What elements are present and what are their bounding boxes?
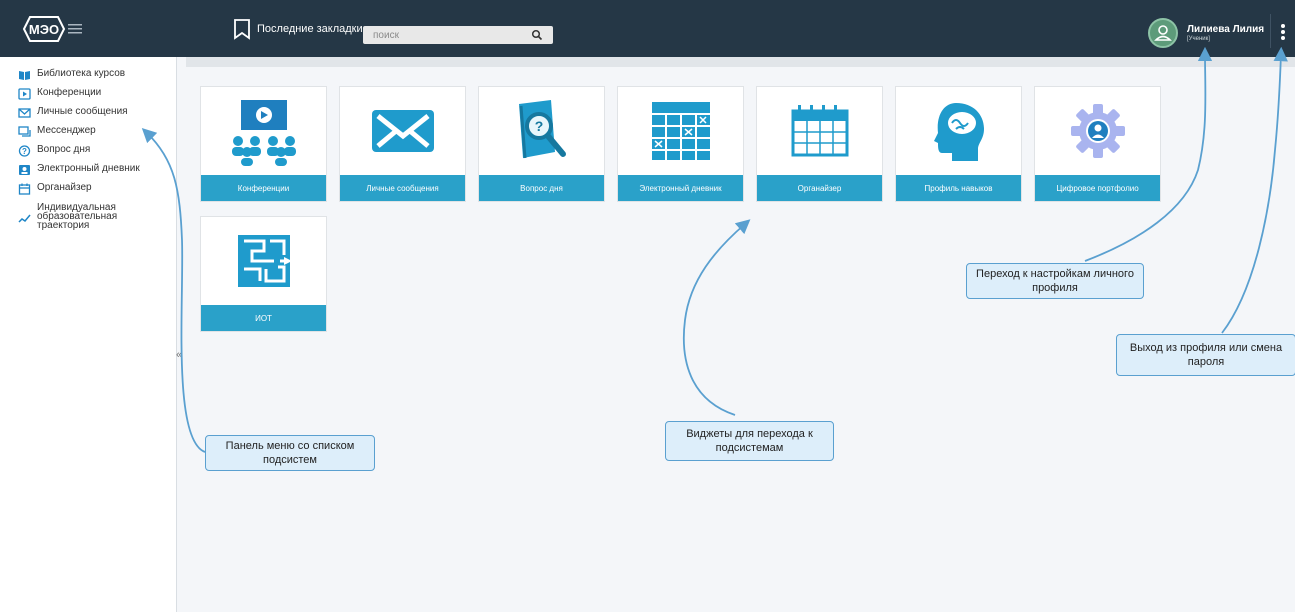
bookmark-icon: [234, 19, 250, 40]
widget-conferences[interactable]: Конференции: [200, 86, 327, 202]
sidebar-item-label: Органайзер: [37, 182, 92, 193]
sidebar-item-conferences[interactable]: Конференции: [18, 88, 101, 100]
trend-icon: [18, 214, 31, 223]
sidebar-collapse-button[interactable]: «: [176, 349, 182, 361]
sidebar-item-label: Библиотека курсов: [37, 68, 126, 79]
question-icon: ?: [18, 145, 31, 157]
widget-label: Цифровое портфолио: [1035, 175, 1160, 201]
conference-icon: [231, 100, 296, 166]
sidebar-item-organizer[interactable]: Органайзер: [18, 183, 92, 195]
diary-icon: [19, 165, 30, 175]
widget-label: Профиль навыков: [896, 175, 1021, 201]
widget-label: ИОТ: [201, 305, 326, 331]
widget-iot[interactable]: ИОТ: [200, 216, 327, 332]
callout-menu-panel: Панель меню со списком подсистем: [205, 435, 375, 471]
user-icon: [1154, 25, 1172, 41]
widget-label: Вопрос дня: [479, 175, 604, 201]
kebab-menu-icon[interactable]: [1279, 22, 1287, 44]
header-divider: [1270, 14, 1271, 48]
portfolio-gear-icon: [1070, 104, 1125, 158]
sidebar-item-messenger[interactable]: Мессенджер: [18, 126, 96, 138]
sidebar-item-label: Электронный дневник: [37, 163, 140, 174]
sidebar-item-label: Индивидуальная образовательная траектори…: [37, 202, 118, 231]
widget-label: Органайзер: [757, 175, 882, 201]
widget-label: Электронный дневник: [618, 175, 743, 201]
brain-head-icon: [933, 103, 984, 161]
play-icon: [18, 88, 31, 100]
sidebar-item-label: Конференции: [37, 87, 102, 98]
chat-icon: [18, 126, 31, 137]
calendar-icon: [18, 183, 31, 195]
sidebar-item-trajectory[interactable]: Индивидуальная образовательная траектори…: [18, 202, 132, 231]
svg-text:?: ?: [22, 147, 27, 156]
callout-logout: Выход из профиля или смена пароля: [1116, 334, 1295, 376]
diary-grid-icon: [651, 102, 710, 160]
widget-question-of-day[interactable]: ? Вопрос дня: [478, 86, 605, 202]
sidebar-item-label: Личные сообщения: [37, 106, 128, 117]
user-role: [Ученик]: [1187, 36, 1210, 42]
book-icon: [19, 71, 30, 80]
widget-skills-profile[interactable]: Профиль навыков: [895, 86, 1022, 202]
organizer-calendar-icon: [791, 105, 848, 157]
search-box: [363, 26, 553, 44]
mail-icon: [18, 108, 31, 118]
bookmarks-label: Последние закладки: [257, 23, 363, 35]
widget-digital-portfolio[interactable]: Цифровое портфолио: [1034, 86, 1161, 202]
widget-organizer[interactable]: Органайзер: [756, 86, 883, 202]
maze-icon: [237, 235, 292, 287]
sidebar-item-label: Вопрос дня: [37, 144, 91, 155]
widget-label: Личные сообщения: [340, 175, 465, 201]
content-top-strip: [186, 57, 1295, 67]
widget-messages[interactable]: Личные сообщения: [339, 86, 466, 202]
top-bar: МЭО Последние закладки Лилиева Лилия [Уч…: [0, 0, 1295, 57]
widget-label: Конференции: [201, 175, 326, 201]
svg-text:?: ?: [534, 118, 543, 134]
bookmarks-button[interactable]: Последние закладки: [231, 18, 363, 40]
callout-widgets: Виджеты для перехода к подсистемам: [665, 421, 834, 461]
sidebar: Библиотека курсов Конференции Личные соо…: [0, 57, 177, 612]
question-magnifier-icon: ?: [518, 100, 566, 159]
callout-profile-settings: Переход к настройкам личного профиля: [966, 263, 1144, 299]
sidebar-item-question-of-day[interactable]: ? Вопрос дня: [18, 145, 90, 157]
envelope-icon: [371, 110, 434, 152]
sidebar-item-diary[interactable]: Электронный дневник: [18, 164, 140, 176]
sidebar-item-messages[interactable]: Личные сообщения: [18, 107, 128, 119]
sidebar-item-courses[interactable]: Библиотека курсов: [18, 69, 125, 81]
user-name[interactable]: Лилиева Лилия: [1187, 24, 1264, 35]
meo-logo[interactable]: МЭО: [18, 14, 94, 44]
avatar[interactable]: [1148, 18, 1178, 48]
sidebar-item-label: Мессенджер: [37, 125, 96, 136]
search-icon[interactable]: [531, 29, 543, 41]
search-input[interactable]: [363, 26, 533, 44]
widget-diary[interactable]: Электронный дневник: [617, 86, 744, 202]
logo-text: МЭО: [29, 22, 59, 37]
